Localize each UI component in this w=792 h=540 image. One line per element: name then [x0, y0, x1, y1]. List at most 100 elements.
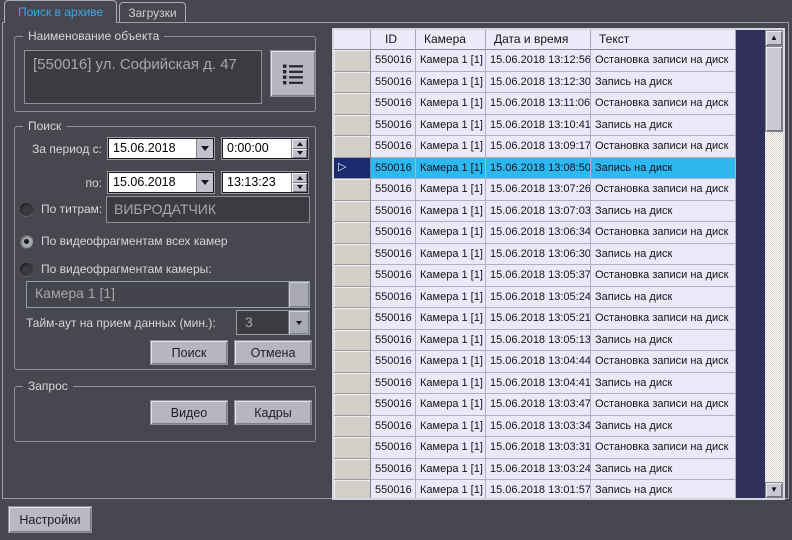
cell-camera[interactable]: Камера 1 [1]	[416, 158, 486, 180]
cell-datetime[interactable]: 15.06.2018 13:10:41	[486, 115, 591, 137]
cell-datetime[interactable]: 15.06.2018 13:03:34	[486, 416, 591, 438]
row-selector[interactable]	[334, 416, 371, 438]
cell-id[interactable]: 550016	[371, 179, 416, 201]
cell-camera[interactable]: Камера 1 [1]	[416, 201, 486, 223]
cell-camera[interactable]: Камера 1 [1]	[416, 72, 486, 94]
table-row[interactable]: 550016Камера 1 [1]15.06.2018 13:05:24Зап…	[334, 287, 765, 309]
cell-datetime[interactable]: 15.06.2018 13:12:56	[486, 50, 591, 72]
cell-camera[interactable]: Камера 1 [1]	[416, 351, 486, 373]
scrollbar-track[interactable]	[765, 132, 783, 482]
camera-combo[interactable]: Камера 1 [1]	[26, 281, 310, 308]
cell-text[interactable]: Запись на диск	[591, 115, 736, 137]
row-selector[interactable]	[334, 222, 371, 244]
cell-id[interactable]: 550016	[371, 115, 416, 137]
row-selector[interactable]	[334, 136, 371, 158]
table-row[interactable]: 550016Камера 1 [1]15.06.2018 13:01:57Зап…	[334, 480, 765, 498]
cell-datetime[interactable]: 15.06.2018 13:03:47	[486, 394, 591, 416]
cell-text[interactable]: Запись на диск	[591, 72, 736, 94]
table-row[interactable]: 550016Камера 1 [1]15.06.2018 13:07:26Ост…	[334, 179, 765, 201]
cell-id[interactable]: 550016	[371, 72, 416, 94]
table-row[interactable]: 550016Камера 1 [1]15.06.2018 13:03:24Зап…	[334, 459, 765, 481]
row-selector[interactable]	[334, 115, 371, 137]
table-row[interactable]: 550016Камера 1 [1]15.06.2018 13:04:41Зап…	[334, 373, 765, 395]
table-row[interactable]: 550016Камера 1 [1]15.06.2018 13:07:03Зап…	[334, 201, 765, 223]
cell-id[interactable]: 550016	[371, 136, 416, 158]
cell-camera[interactable]: Камера 1 [1]	[416, 287, 486, 309]
cell-datetime[interactable]: 15.06.2018 13:04:44	[486, 351, 591, 373]
cell-text[interactable]: Запись на диск	[591, 330, 736, 352]
table-row[interactable]: 550016Камера 1 [1]15.06.2018 13:03:31Ост…	[334, 437, 765, 459]
cell-camera[interactable]: Камера 1 [1]	[416, 244, 486, 266]
row-selector[interactable]	[334, 459, 371, 481]
cell-id[interactable]: 550016	[371, 330, 416, 352]
from-time-spinner[interactable]: 0:00:00	[222, 138, 308, 159]
row-selector[interactable]	[334, 308, 371, 330]
table-row[interactable]: 550016Камера 1 [1]15.06.2018 13:05:21Ост…	[334, 308, 765, 330]
cell-camera[interactable]: Камера 1 [1]	[416, 93, 486, 115]
cell-camera[interactable]: Камера 1 [1]	[416, 416, 486, 438]
to-time-up-button[interactable]	[292, 173, 307, 183]
cell-id[interactable]: 550016	[371, 50, 416, 72]
cell-datetime[interactable]: 15.06.2018 13:05:13	[486, 330, 591, 352]
from-time-down-button[interactable]	[292, 149, 307, 159]
cancel-button[interactable]: Отмена	[234, 340, 312, 365]
table-row[interactable]: 550016Камера 1 [1]15.06.2018 13:05:37Ост…	[334, 265, 765, 287]
cell-datetime[interactable]: 15.06.2018 13:09:17	[486, 136, 591, 158]
camera-combo-dropdown-button[interactable]	[288, 282, 309, 307]
cell-text[interactable]: Запись на диск	[591, 416, 736, 438]
timeout-combo[interactable]: 3	[236, 310, 310, 335]
radio-camera-fragments[interactable]: По видеофрагментам камеры:	[20, 262, 212, 276]
cell-text[interactable]: Остановка записи на диск	[591, 351, 736, 373]
cell-text[interactable]: Остановка записи на диск	[591, 136, 736, 158]
cell-datetime[interactable]: 15.06.2018 13:03:24	[486, 459, 591, 481]
table-row[interactable]: 550016Камера 1 [1]15.06.2018 13:06:34Ост…	[334, 222, 765, 244]
cell-text[interactable]: Остановка записи на диск	[591, 394, 736, 416]
cell-text[interactable]: Остановка записи на диск	[591, 50, 736, 72]
cell-datetime[interactable]: 15.06.2018 13:06:34	[486, 222, 591, 244]
object-select-button[interactable]	[270, 50, 316, 97]
cell-text[interactable]: Запись на диск	[591, 373, 736, 395]
row-selector[interactable]	[334, 265, 371, 287]
cell-camera[interactable]: Камера 1 [1]	[416, 179, 486, 201]
cell-text[interactable]: Запись на диск	[591, 201, 736, 223]
scroll-up-button[interactable]: ▲	[765, 30, 783, 46]
scroll-down-button[interactable]: ▼	[765, 482, 783, 498]
titles-search-input[interactable]: ВИБРОДАТЧИК	[106, 196, 310, 223]
cell-camera[interactable]: Камера 1 [1]	[416, 222, 486, 244]
radio-all-cameras[interactable]: По видеофрагментам всех камер	[20, 234, 228, 248]
cell-text[interactable]: Остановка записи на диск	[591, 93, 736, 115]
table-row[interactable]: 550016Камера 1 [1]15.06.2018 13:12:56Ост…	[334, 50, 765, 72]
cell-id[interactable]: 550016	[371, 459, 416, 481]
cell-camera[interactable]: Камера 1 [1]	[416, 330, 486, 352]
to-time-spinner[interactable]: 13:13:23	[222, 172, 308, 193]
cell-camera[interactable]: Камера 1 [1]	[416, 459, 486, 481]
cell-camera[interactable]: Камера 1 [1]	[416, 373, 486, 395]
row-selector-current[interactable]: ▷	[334, 158, 371, 180]
cell-text[interactable]: Запись на диск	[591, 287, 736, 309]
cell-text[interactable]: Остановка записи на диск	[591, 308, 736, 330]
cell-camera[interactable]: Камера 1 [1]	[416, 480, 486, 498]
to-time-down-button[interactable]	[292, 183, 307, 193]
timeout-dropdown-button[interactable]	[288, 311, 309, 334]
cell-datetime[interactable]: 15.06.2018 13:07:03	[486, 201, 591, 223]
row-selector[interactable]	[334, 394, 371, 416]
cell-id[interactable]: 550016	[371, 480, 416, 498]
table-row[interactable]: 550016Камера 1 [1]15.06.2018 13:06:30Зап…	[334, 244, 765, 266]
cell-id[interactable]: 550016	[371, 158, 416, 180]
cell-datetime[interactable]: 15.06.2018 13:08:50	[486, 158, 591, 180]
cell-id[interactable]: 550016	[371, 308, 416, 330]
column-header-camera[interactable]: Камера	[416, 30, 486, 50]
cell-datetime[interactable]: 15.06.2018 13:01:57	[486, 480, 591, 498]
cell-datetime[interactable]: 15.06.2018 13:04:41	[486, 373, 591, 395]
search-button[interactable]: Поиск	[150, 340, 228, 365]
cell-datetime[interactable]: 15.06.2018 13:07:26	[486, 179, 591, 201]
cell-id[interactable]: 550016	[371, 437, 416, 459]
video-button[interactable]: Видео	[150, 400, 228, 425]
tab-archive-search[interactable]: Поиск в архиве	[4, 0, 117, 23]
table-row[interactable]: 550016Камера 1 [1]15.06.2018 13:11:06Ост…	[334, 93, 765, 115]
cell-text[interactable]: Запись на диск	[591, 158, 736, 180]
cell-text[interactable]: Остановка записи на диск	[591, 222, 736, 244]
cell-id[interactable]: 550016	[371, 265, 416, 287]
table-row[interactable]: 550016Камера 1 [1]15.06.2018 13:12:30Зап…	[334, 72, 765, 94]
row-selector[interactable]	[334, 201, 371, 223]
